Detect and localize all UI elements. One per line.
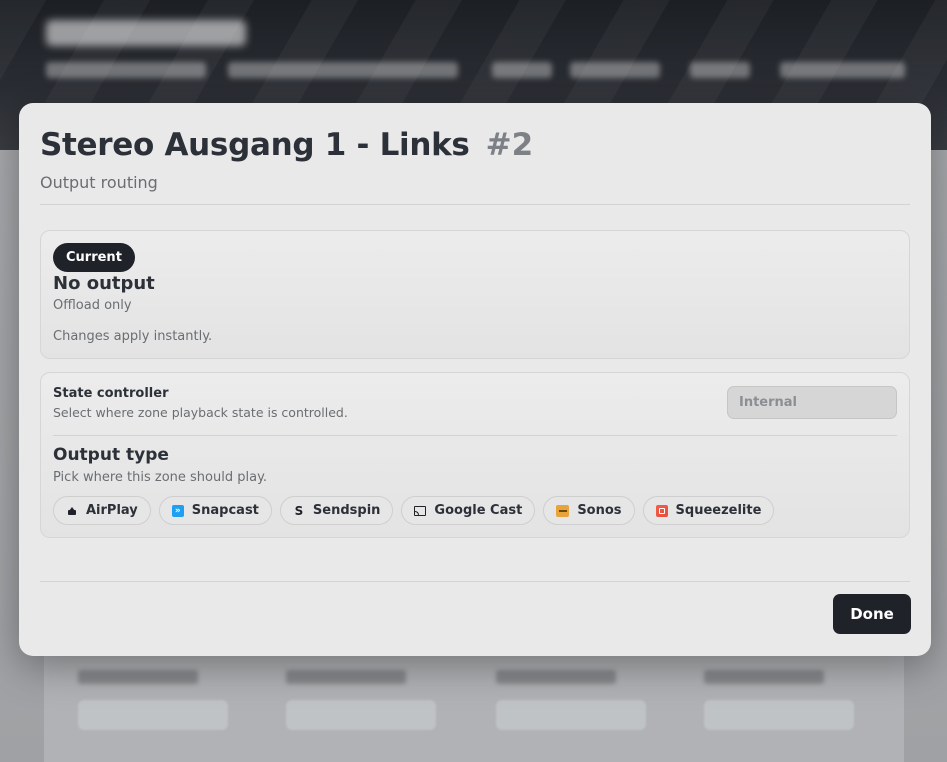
background-select [704,700,854,730]
cast-icon [414,505,427,516]
modal-title: Stereo Ausgang 1 - Links [40,127,470,163]
background-select [496,700,646,730]
background-select [286,700,436,730]
airplay-icon [66,505,78,517]
background-label [496,670,616,684]
option-label: Sonos [577,503,622,518]
background-label [704,670,824,684]
output-type-title: Output type [53,445,169,465]
state-controller-label: State controller [53,386,169,401]
background-chip [690,62,750,78]
zone-number: #2 [485,127,534,163]
title-row: Stereo Ausgang 1 - Links #2 [40,127,910,163]
snapcast-icon: » [171,504,184,517]
option-label: Sendspin [312,503,381,518]
current-output-title: No output [53,273,155,294]
background-title [46,20,246,46]
output-option-google-cast[interactable]: Google Cast [401,496,536,525]
output-option-sendspin[interactable]: S Sendspin [279,496,394,525]
divider [40,204,910,205]
sonos-icon [556,504,570,517]
output-option-sonos[interactable]: Sonos [543,496,635,525]
output-type-description: Pick where this zone should play. [53,470,268,485]
current-output-card: Current No output Offload only Changes a… [40,230,910,359]
output-routing-modal: Stereo Ausgang 1 - Links #2 Output routi… [19,103,931,656]
option-label: Squeezelite [675,503,762,518]
state-controller-description: Select where zone playback state is cont… [53,405,348,420]
output-type-options: AirPlay » Snapcast S Sendspin Google Cas… [53,496,775,525]
background-chip [570,62,660,78]
background-select [78,700,228,730]
squeezelite-icon [655,504,668,517]
apply-note: Changes apply instantly. [53,329,213,344]
background-chip [492,62,552,78]
option-label: Google Cast [434,503,523,518]
current-badge: Current [53,243,135,272]
current-output-subtitle: Offload only [53,298,132,313]
modal-subtitle: Output routing [40,173,158,192]
background-label [286,670,406,684]
background-chip [46,62,206,78]
background-label [78,670,198,684]
output-option-squeezelite[interactable]: Squeezelite [642,496,775,525]
divider [40,581,910,582]
background-chip [228,62,458,78]
background-chip [780,62,905,78]
divider [53,435,897,436]
modal-header: Stereo Ausgang 1 - Links #2 Output routi… [40,127,910,192]
state-controller-select[interactable]: Internal [727,386,897,419]
output-option-airplay[interactable]: AirPlay [53,496,151,525]
done-button[interactable]: Done [833,594,911,634]
sendspin-icon: S [294,503,304,518]
option-label: Snapcast [191,503,259,518]
output-option-snapcast[interactable]: » Snapcast [158,496,272,525]
option-label: AirPlay [86,503,138,518]
settings-card: State controller Select where zone playb… [40,372,910,538]
